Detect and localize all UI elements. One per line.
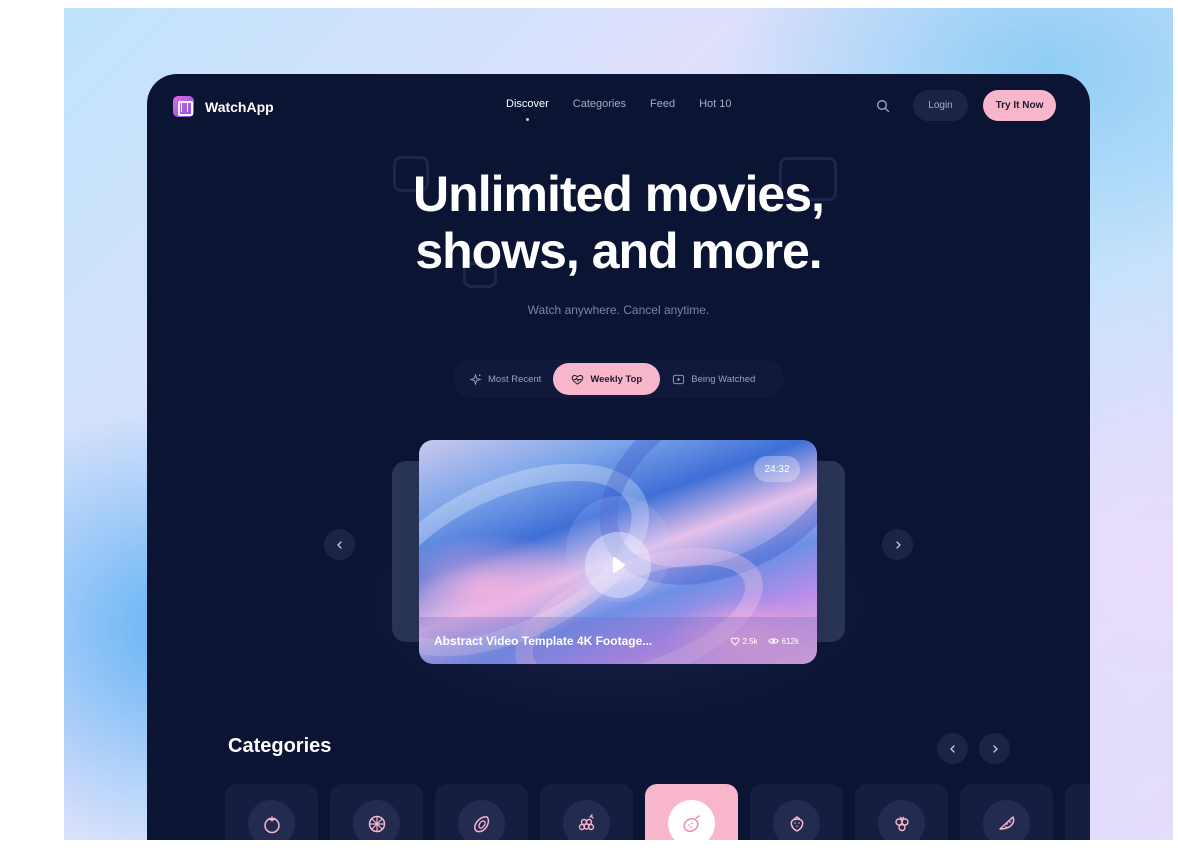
tab-label: Being Watched xyxy=(691,373,756,385)
watermelon-icon xyxy=(998,815,1014,830)
main-nav: Discover Categories Feed Hot 10 xyxy=(506,98,732,121)
category-icon-badge xyxy=(773,800,820,840)
hero-title-line-2: shows, and more. xyxy=(415,223,822,279)
nav-item-hot-10[interactable]: Hot 10 xyxy=(699,98,731,110)
category-icon-badge xyxy=(458,800,505,840)
tomato-icon xyxy=(263,815,280,833)
category-card-partial[interactable] xyxy=(1065,784,1090,840)
category-icon-badge xyxy=(983,800,1030,840)
sparkle-icon xyxy=(469,372,482,386)
category-icon-badge xyxy=(353,800,400,840)
category-icon-badge xyxy=(248,800,295,840)
hero-title: Unlimited movies, shows, and more. xyxy=(297,166,940,280)
orange-slice-icon xyxy=(368,815,385,832)
berries-icon xyxy=(894,816,909,831)
chevron-left-icon xyxy=(336,540,342,549)
strawberry-icon xyxy=(790,815,803,832)
category-card-papaya[interactable] xyxy=(435,784,528,840)
category-list xyxy=(225,784,1090,840)
category-card-berries[interactable] xyxy=(855,784,948,840)
category-card-kiwi[interactable] xyxy=(645,784,738,840)
category-card-watermelon[interactable] xyxy=(960,784,1053,840)
category-card-orange[interactable] xyxy=(330,784,423,840)
tab-label: Most Recent xyxy=(488,373,542,385)
try-it-now-button[interactable]: Try It Now xyxy=(983,90,1056,121)
search-icon[interactable] xyxy=(876,99,890,113)
carousel-next-button[interactable] xyxy=(882,529,913,560)
category-card-tomato[interactable] xyxy=(225,784,318,840)
hero-subtitle: Watch anywhere. Cancel anytime. xyxy=(527,303,710,317)
eye-icon xyxy=(767,638,779,644)
view-count: 612k xyxy=(781,636,799,646)
chevron-right-icon xyxy=(895,540,901,549)
tab-most-recent[interactable]: Most Recent xyxy=(457,363,553,395)
papaya-icon xyxy=(473,815,489,832)
film-icon xyxy=(173,96,194,117)
tab-being-watched[interactable]: Being Watched xyxy=(660,363,767,395)
brand-name: WatchApp xyxy=(205,98,274,115)
nav-item-feed[interactable]: Feed xyxy=(650,98,675,110)
video-stats: 2.5k 612k xyxy=(730,636,799,646)
categories-next-button[interactable] xyxy=(979,733,1010,764)
filter-tabs: Most Recent Weekly Top Being Watched xyxy=(453,360,784,398)
like-count: 2.5k xyxy=(742,636,758,646)
heart-pulse-icon xyxy=(572,374,584,385)
category-icon-badge xyxy=(563,800,610,840)
nav-item-discover[interactable]: Discover xyxy=(506,98,549,121)
chevron-left-icon xyxy=(949,744,955,753)
categories-title: Categories xyxy=(228,735,332,757)
tab-label: Weekly Top xyxy=(590,373,643,385)
category-icon-badge xyxy=(878,800,925,840)
like-stat[interactable]: 2.5k xyxy=(730,636,758,646)
video-duration: 24:32 xyxy=(754,456,800,482)
nav-item-categories[interactable]: Categories xyxy=(573,98,626,110)
page-background: WatchApp Discover Categories Feed Hot 10… xyxy=(64,8,1173,840)
categories-prev-button[interactable] xyxy=(937,733,968,764)
kiwi-icon xyxy=(682,814,700,832)
grapes-icon xyxy=(578,813,594,830)
featured-video-card[interactable]: 24:32 Abstract Video Template 4K Footage… xyxy=(419,440,817,664)
category-icon-badge xyxy=(668,800,715,840)
login-button[interactable]: Login xyxy=(913,90,968,121)
brand-logo[interactable]: WatchApp xyxy=(173,96,274,117)
category-card-strawberry[interactable] xyxy=(750,784,843,840)
chevron-right-icon xyxy=(992,744,998,753)
video-icon xyxy=(673,374,685,384)
carousel-prev-button[interactable] xyxy=(324,529,355,560)
category-card-grapes[interactable] xyxy=(540,784,633,840)
video-title[interactable]: Abstract Video Template 4K Footage... xyxy=(434,634,652,648)
hero-title-line-1: Unlimited movies, xyxy=(413,166,825,222)
tab-weekly-top[interactable]: Weekly Top xyxy=(553,363,661,395)
heart-icon xyxy=(730,637,739,646)
view-stat: 612k xyxy=(767,636,799,646)
play-icon xyxy=(613,557,625,573)
play-button[interactable] xyxy=(585,532,651,598)
app-window: WatchApp Discover Categories Feed Hot 10… xyxy=(147,74,1090,840)
